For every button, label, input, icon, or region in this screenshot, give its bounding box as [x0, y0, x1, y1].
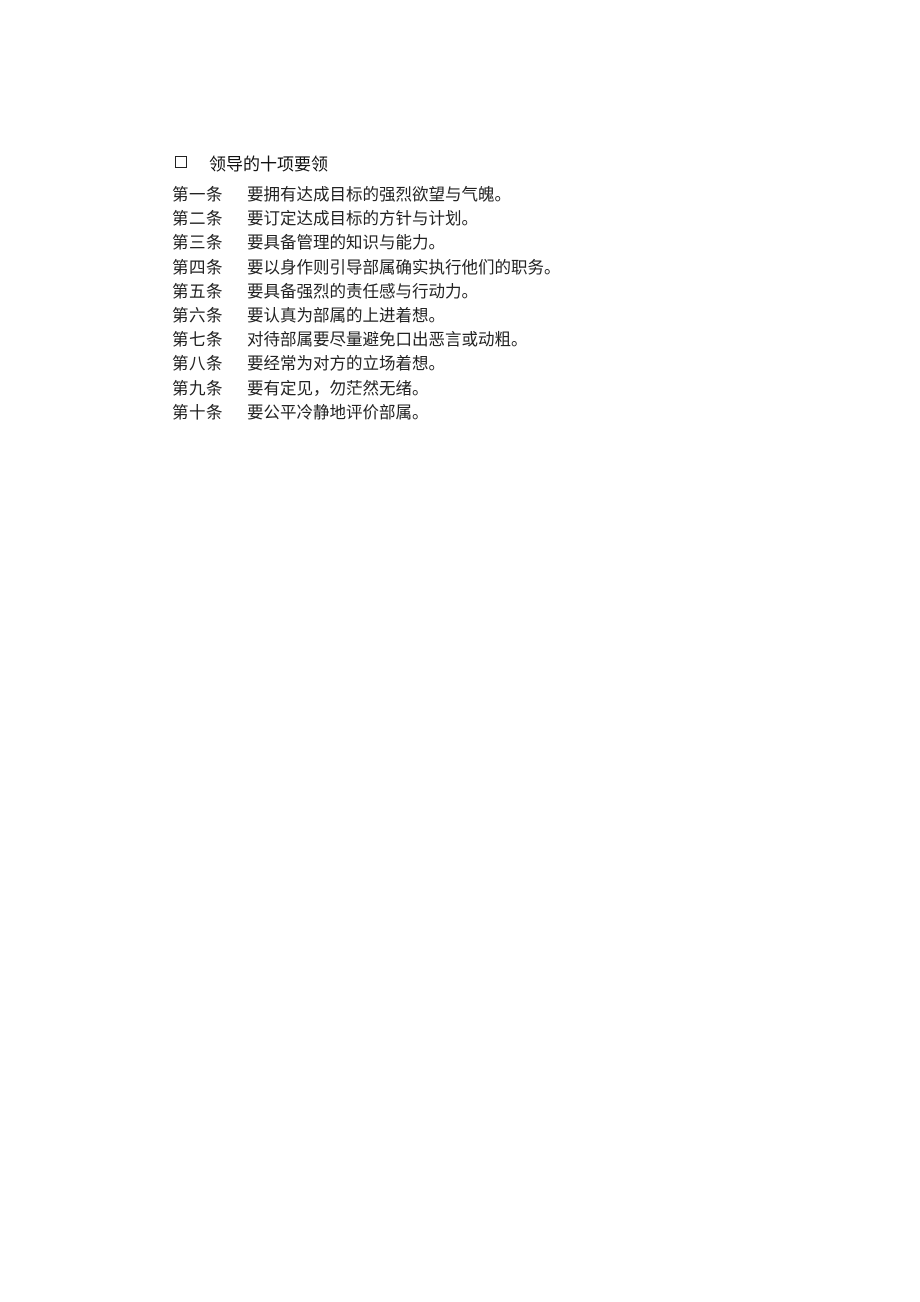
list-item: 第三条 要具备管理的知识与能力。 [172, 231, 561, 255]
rules-list: 第一条 要拥有达成目标的强烈欲望与气魄。 第二条 要订定达成目标的方针与计划。 … [172, 183, 561, 425]
list-item: 第二条 要订定达成目标的方针与计划。 [172, 207, 561, 231]
list-item: 第九条 要有定见，勿茫然无绪。 [172, 377, 561, 401]
item-number: 第一条 [172, 185, 223, 204]
list-item: 第七条 对待部属要尽量避免口出恶言或动粗。 [172, 328, 561, 352]
item-number: 第四条 [172, 257, 223, 277]
item-text: 要有定见，勿茫然无绪。 [247, 378, 429, 398]
item-number: 第八条 [172, 354, 223, 374]
item-text: 要订定达成目标的方针与计划。 [247, 209, 478, 229]
list-item: 第一条 要拥有达成目标的强烈欲望与气魄。 [172, 183, 561, 207]
document-page: 领导的十项要领 第一条 要拥有达成目标的强烈欲望与气魄。 第二条 要订定达成目标… [0, 0, 920, 1302]
item-text: 要以身作则引导部属确实执行他们的职务。 [247, 257, 561, 277]
item-number: 第十条 [172, 402, 223, 422]
item-number: 第三条 [172, 233, 223, 253]
item-text: 要具备管理的知识与能力。 [247, 233, 445, 253]
list-item: 第十条 要公平冷静地评价部属。 [172, 401, 561, 425]
item-number: 第六条 [172, 305, 223, 325]
heading-title: 领导的十项要领 [209, 154, 328, 175]
item-text: 要具备强烈的责任感与行动力。 [247, 281, 478, 301]
item-text: 要拥有达成目标的强烈欲望与气魄。 [247, 185, 511, 204]
list-item: 第四条 要以身作则引导部属确实执行他们的职务。 [172, 256, 561, 280]
empty-square-icon [175, 156, 187, 168]
list-item: 第八条 要经常为对方的立场着想。 [172, 352, 561, 376]
item-number: 第二条 [172, 209, 223, 229]
item-text: 要认真为部属的上进着想。 [247, 305, 445, 325]
list-item: 第五条 要具备强烈的责任感与行动力。 [172, 280, 561, 304]
item-text: 要经常为对方的立场着想。 [247, 354, 445, 374]
item-text: 要公平冷静地评价部属。 [247, 402, 429, 422]
item-number: 第五条 [172, 281, 223, 301]
item-number: 第七条 [172, 330, 223, 350]
list-item: 第六条 要认真为部属的上进着想。 [172, 304, 561, 328]
section-heading: 领导的十项要领 [173, 150, 328, 175]
item-number: 第九条 [172, 378, 223, 398]
item-text: 对待部属要尽量避免口出恶言或动粗。 [247, 330, 528, 350]
